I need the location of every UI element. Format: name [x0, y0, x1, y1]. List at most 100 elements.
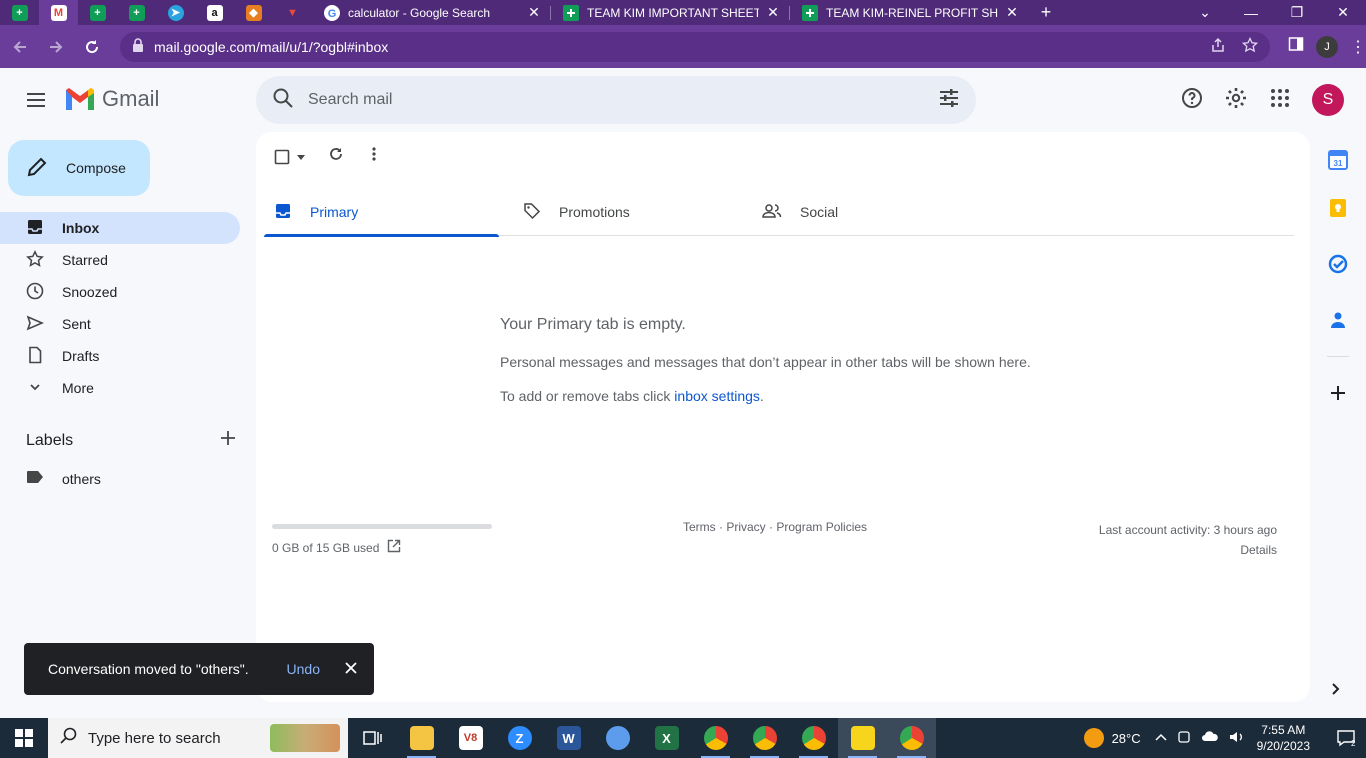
search-bar[interactable]	[256, 76, 976, 124]
sidebar-item-inbox[interactable]: Inbox	[0, 212, 240, 244]
bookmark-star-icon[interactable]	[1241, 36, 1259, 56]
tab-label: Promotions	[559, 204, 630, 220]
tab-search-chevron-icon[interactable]: ⌄	[1182, 0, 1228, 25]
browser-profile-avatar[interactable]: J	[1316, 35, 1338, 58]
windows-start-icon[interactable]	[0, 718, 48, 758]
tab-primary[interactable]: Primary	[264, 188, 499, 237]
close-window-button[interactable]: ✕	[1320, 0, 1366, 25]
compose-button[interactable]: Compose	[8, 140, 150, 196]
zoom-icon[interactable]: Z	[495, 718, 544, 758]
contacts-icon[interactable]	[1318, 292, 1358, 348]
show-hidden-icons-chevron-icon[interactable]	[1155, 730, 1167, 747]
sheets-icon	[802, 4, 818, 21]
footer-dot: ·	[715, 520, 727, 534]
tab-pinned-gmail[interactable]: M	[39, 0, 78, 25]
word-icon[interactable]: W	[544, 718, 593, 758]
snackbar-message: Conversation moved to "others".	[48, 661, 249, 677]
tab-pinned-7[interactable]: ◆	[234, 0, 273, 25]
sidebar-label-others[interactable]: others	[26, 470, 101, 487]
file-explorer-icon[interactable]	[397, 718, 446, 758]
tab-pinned-5[interactable]: ➤	[156, 0, 195, 25]
show-side-panel-chevron-icon[interactable]	[1328, 682, 1342, 701]
tab-pinned-3[interactable]: +	[78, 0, 117, 25]
taskbar-search-box[interactable]: Type here to search	[48, 718, 348, 758]
google-apps-grid-icon[interactable]	[1268, 86, 1292, 115]
excel-icon[interactable]: X	[642, 718, 691, 758]
search-input[interactable]	[308, 91, 938, 109]
open-external-icon[interactable]	[387, 539, 401, 556]
minimize-button[interactable]: —	[1228, 0, 1274, 25]
inbox-settings-link[interactable]: inbox settings	[674, 388, 760, 404]
main-menu-icon[interactable]	[24, 88, 48, 117]
meet-now-icon[interactable]	[1177, 730, 1191, 747]
select-all-checkbox[interactable]	[274, 149, 306, 165]
task-view-icon[interactable]	[348, 718, 397, 758]
sidebar-item-sent[interactable]: Sent	[0, 308, 240, 340]
keep-icon[interactable]	[1318, 180, 1358, 236]
tab-pinned-8[interactable]: ▼	[273, 0, 312, 25]
create-label-plus-icon[interactable]	[220, 430, 236, 451]
gmail-logo[interactable]: Gmail	[64, 86, 159, 112]
close-tab-icon[interactable]: ✕	[765, 4, 781, 21]
sidebar-item-label: More	[62, 380, 94, 396]
tab-social[interactable]: Social	[752, 188, 987, 236]
get-addons-plus-icon[interactable]	[1318, 365, 1358, 421]
support-help-icon[interactable]	[1180, 86, 1204, 115]
v8-app-icon[interactable]: V8	[446, 718, 495, 758]
tasks-icon[interactable]	[1318, 236, 1358, 292]
settings-gear-icon[interactable]	[1224, 86, 1248, 115]
volume-icon[interactable]	[1229, 730, 1245, 747]
side-panel-icon[interactable]	[1288, 36, 1304, 57]
undo-button[interactable]: Undo	[287, 661, 320, 677]
forward-button[interactable]	[40, 31, 72, 63]
tab-team-kim-important[interactable]: TEAM KIM IMPORTANT SHEETS - ✕	[551, 0, 789, 25]
share-icon[interactable]	[1210, 37, 1226, 56]
weather-widget[interactable]: 28°C	[1083, 728, 1141, 748]
snipping-tool-icon[interactable]	[593, 718, 642, 758]
onedrive-cloud-icon[interactable]	[1201, 730, 1219, 747]
tab-team-kim-reinel[interactable]: TEAM KIM-REINEL PROFIT SHEET ✕	[790, 0, 1028, 25]
browser-menu-icon[interactable]: ⋮	[1350, 37, 1366, 57]
chrome-profile-3-icon[interactable]	[789, 718, 838, 758]
chrome-profile-1-icon[interactable]	[691, 718, 740, 758]
tab-google-search[interactable]: G calculator - Google Search ✕	[312, 0, 550, 25]
close-tab-icon[interactable]: ✕	[1004, 4, 1020, 21]
reload-button[interactable]	[76, 31, 108, 63]
new-tab-button[interactable]: +	[1028, 0, 1064, 25]
search-options-icon[interactable]	[938, 87, 960, 114]
sidebar-item-more[interactable]: More	[0, 372, 240, 404]
lock-icon[interactable]	[132, 38, 144, 55]
tab-pinned-1[interactable]: +	[0, 0, 39, 25]
refresh-icon[interactable]	[328, 146, 344, 167]
program-policies-link[interactable]: Program Policies	[776, 520, 867, 534]
sidebar-item-snoozed[interactable]: Snoozed	[0, 276, 240, 308]
storage-indicator: 0 GB of 15 GB used	[272, 524, 492, 556]
restore-button[interactable]: ❐	[1274, 0, 1320, 25]
more-options-icon[interactable]	[366, 146, 382, 167]
chrome-profile-4-icon[interactable]	[887, 718, 936, 758]
address-bar[interactable]: mail.google.com/mail/u/1/?ogbl#inbox	[120, 31, 1270, 62]
chrome-profile-2-icon[interactable]	[740, 718, 789, 758]
empty-description: Personal messages and messages that don’…	[500, 354, 1031, 370]
terms-link[interactable]: Terms	[683, 520, 716, 534]
sticky-notes-icon[interactable]	[838, 718, 887, 758]
back-button[interactable]	[4, 31, 36, 63]
account-avatar[interactable]: S	[1312, 84, 1344, 116]
notification-center-icon[interactable]: 2	[1326, 729, 1366, 747]
close-tab-icon[interactable]: ✕	[526, 4, 542, 21]
sheets-icon: +	[128, 4, 145, 21]
sidebar-item-starred[interactable]: Starred	[0, 244, 240, 276]
calendar-icon[interactable]: 31	[1318, 140, 1358, 180]
select-dropdown-caret-icon[interactable]	[296, 152, 306, 162]
tab-promotions[interactable]: Promotions	[499, 188, 752, 236]
search-icon[interactable]	[272, 87, 294, 114]
tab-pinned-4[interactable]: +	[117, 0, 156, 25]
star-icon	[26, 249, 44, 271]
privacy-link[interactable]: Privacy	[726, 520, 765, 534]
taskbar-clock[interactable]: 7:55 AM 9/20/2023	[1257, 722, 1310, 754]
activity-details-link[interactable]: Details	[1099, 540, 1277, 560]
tab-pinned-6[interactable]: a	[195, 0, 234, 25]
close-icon[interactable]	[344, 661, 358, 678]
gmail-header: Gmail S	[0, 68, 1366, 132]
sidebar-item-drafts[interactable]: Drafts	[0, 340, 240, 372]
